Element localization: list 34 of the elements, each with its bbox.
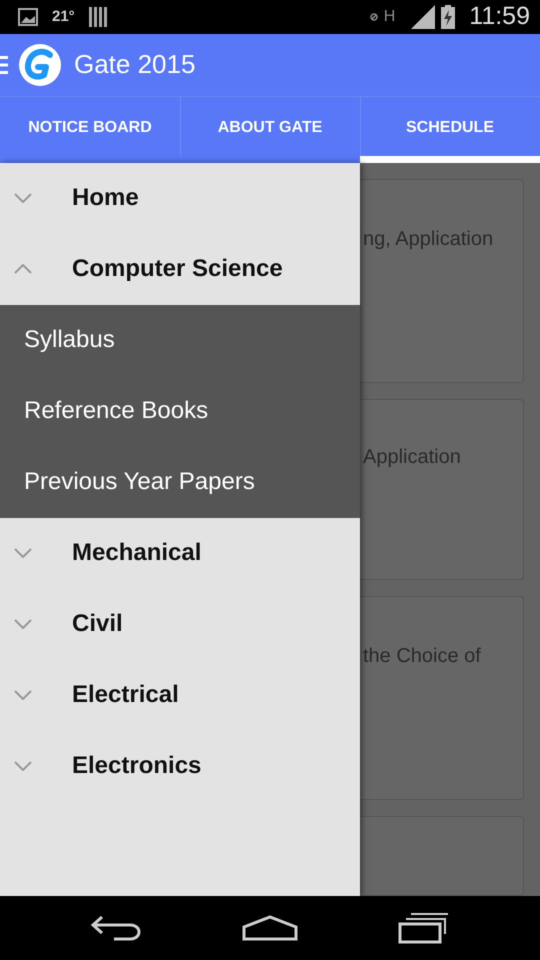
chevron-down-icon — [14, 193, 32, 204]
drawer-item[interactable]: Civil — [0, 588, 360, 660]
drawer-item[interactable]: Mechanical — [0, 518, 360, 589]
home-icon[interactable] — [242, 914, 298, 941]
signal-icon — [411, 4, 436, 29]
temperature: 21° — [52, 8, 75, 26]
tab[interactable]: ABOUT GATE — [180, 96, 360, 163]
chevron-down-icon — [14, 690, 32, 700]
drawer-subitem[interactable]: Syllabus — [0, 304, 360, 376]
recent-apps-icon[interactable] — [398, 912, 450, 944]
card-text: Application — [363, 446, 461, 468]
drawer-item[interactable]: Computer Science — [0, 234, 360, 305]
chevron-down-icon — [14, 548, 32, 558]
menu-icon[interactable] — [0, 56, 8, 74]
app-title: Gate 2015 — [74, 49, 196, 80]
drawer-subitem[interactable]: Reference Books — [0, 376, 360, 447]
data-blocked-icon — [370, 12, 378, 21]
battery-icon — [441, 4, 456, 29]
barcode-icon — [88, 6, 107, 27]
image-icon — [18, 8, 38, 26]
card-text: the Choice of — [363, 644, 481, 667]
clock-time: 11:59 — [469, 2, 530, 32]
tab[interactable]: NOTICE BOARD — [0, 96, 180, 163]
drawer-subitem[interactable]: Previous Year Papers — [0, 446, 360, 518]
card-text: ng, Application — [363, 228, 494, 250]
network-type: H — [384, 8, 396, 26]
drawer-item[interactable]: Home — [0, 162, 360, 234]
chevron-up-icon — [14, 264, 32, 274]
chevron-down-icon — [14, 761, 32, 772]
logo-icon — [18, 42, 62, 87]
back-icon[interactable] — [90, 914, 142, 941]
drawer-item[interactable]: Electronics — [0, 730, 360, 802]
drawer-item[interactable]: Electrical — [0, 660, 360, 731]
chevron-down-icon — [14, 619, 32, 630]
